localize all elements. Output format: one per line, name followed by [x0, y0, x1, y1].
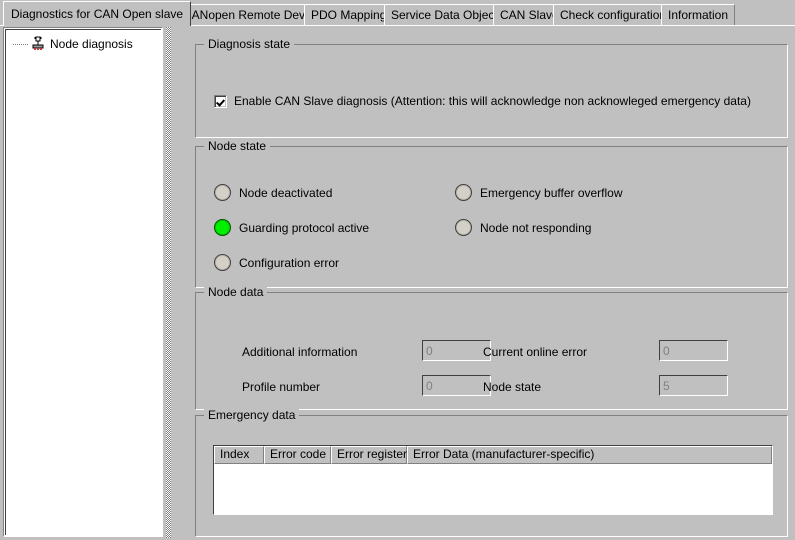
node-device-icon — [30, 36, 46, 52]
indicator-node-not-responding[interactable]: Node not responding — [455, 219, 591, 236]
label-profile-number: Profile number — [242, 380, 321, 394]
indicator-guarding-protocol-active[interactable]: Guarding protocol active — [214, 219, 369, 236]
led-indicator — [455, 184, 472, 201]
indicator-label: Configuration error — [239, 255, 340, 270]
field-additional-information[interactable]: 0 — [422, 340, 491, 361]
main-pane: Diagnosis state Enable CAN Slave diagnos… — [171, 27, 795, 540]
led-indicator — [214, 219, 231, 236]
field-value: 0 — [663, 344, 670, 358]
indicator-label: Guarding protocol active — [239, 220, 370, 235]
field-value: 0 — [426, 379, 433, 393]
tab-label: PDO Mapping — [311, 8, 387, 22]
group-title-diagnosis-state: Diagnosis state — [204, 37, 295, 51]
field-node-state[interactable]: 5 — [659, 375, 728, 396]
tab-label: CANopen Remote Device — [183, 8, 321, 22]
tab-diagnostics-for-can-open-slave[interactable]: Diagnostics for CAN Open slave — [3, 1, 192, 27]
tree-item-node-diagnosis[interactable]: Node diagnosis — [12, 35, 133, 53]
emergency-data-table[interactable]: Index Error code Error register Error Da… — [213, 445, 773, 515]
group-node-state: Node state Node deactivated Guarding pro… — [195, 139, 788, 288]
tree-panel: Node diagnosis — [3, 27, 163, 537]
table-body[interactable] — [214, 464, 772, 514]
field-value: 0 — [426, 344, 433, 358]
column-header-error-register[interactable]: Error register — [331, 446, 407, 464]
label-node-state: Node state — [483, 380, 542, 394]
group-diagnosis-state: Diagnosis state Enable CAN Slave diagnos… — [195, 37, 788, 138]
indicator-label: Node deactivated — [239, 185, 333, 200]
tab-pdo-mapping[interactable]: PDO Mapping — [304, 4, 394, 25]
indicator-label: Emergency buffer overflow — [480, 185, 623, 200]
group-emergency-data: Emergency data Index Error code Error re… — [195, 408, 788, 537]
tab-service-data-object[interactable]: Service Data Object — [384, 4, 505, 25]
indicator-configuration-error[interactable]: Configuration error — [214, 254, 339, 271]
indicator-label: Node not responding — [480, 220, 592, 235]
label-current-online-error: Current online error — [483, 345, 588, 359]
checkbox-label: Enable CAN Slave diagnosis (Attention: t… — [234, 94, 751, 108]
led-indicator — [455, 219, 472, 236]
label-additional-information: Additional information — [242, 345, 358, 359]
tree-view[interactable]: Node diagnosis — [5, 29, 161, 535]
checkbox-indicator[interactable] — [214, 94, 227, 108]
group-node-data: Node data Additional information 0 Profi… — [195, 285, 788, 410]
group-title-emergency-data: Emergency data — [204, 408, 300, 422]
tab-label: CAN Slave — [500, 8, 559, 22]
tab-label: Check configuration — [560, 8, 667, 22]
tab-label: Diagnostics for CAN Open slave — [11, 7, 184, 21]
group-title-node-state: Node state — [204, 139, 271, 153]
field-value: 5 — [663, 379, 670, 393]
led-indicator — [214, 184, 231, 201]
column-header-error-data[interactable]: Error Data (manufacturer-specific) — [407, 446, 772, 464]
tab-label: Service Data Object — [391, 8, 498, 22]
tab-check-configuration[interactable]: Check configuration — [553, 4, 674, 25]
tree-connector-icon — [12, 36, 30, 52]
checkbox-enable-can-slave-diagnosis[interactable]: Enable CAN Slave diagnosis (Attention: t… — [214, 94, 751, 108]
table-header-row: Index Error code Error register Error Da… — [214, 446, 772, 464]
column-header-index[interactable]: Index — [214, 446, 264, 464]
field-current-online-error[interactable]: 0 — [659, 340, 728, 361]
column-header-error-code[interactable]: Error code — [264, 446, 331, 464]
field-profile-number[interactable]: 0 — [422, 375, 491, 396]
indicator-node-deactivated[interactable]: Node deactivated — [214, 184, 332, 201]
tree-item-label: Node diagnosis — [50, 37, 133, 51]
tab-label: Information — [668, 8, 729, 22]
tab-information[interactable]: Information — [661, 4, 736, 25]
led-indicator — [214, 254, 231, 271]
group-title-node-data: Node data — [204, 285, 268, 299]
diagnostics-window: Diagnostics for CAN Open slave CANopen R… — [0, 0, 795, 540]
tab-strip: Diagnostics for CAN Open slave CANopen R… — [0, 0, 795, 28]
indicator-emergency-buffer-overflow[interactable]: Emergency buffer overflow — [455, 184, 623, 201]
